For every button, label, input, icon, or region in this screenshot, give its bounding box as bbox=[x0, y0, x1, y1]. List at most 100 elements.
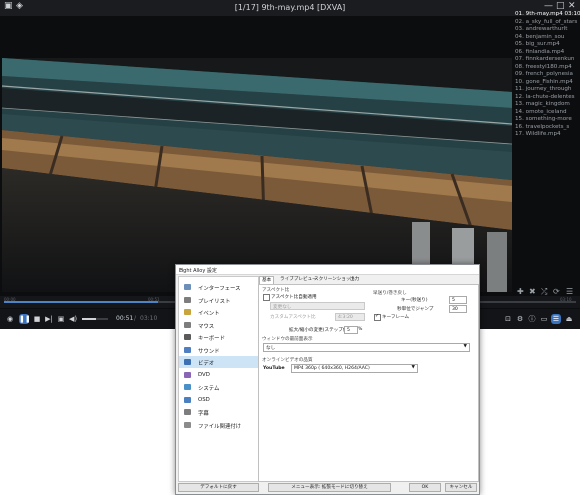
youtube-label: YouTube bbox=[263, 366, 285, 371]
dvd-icon bbox=[184, 371, 191, 378]
rewind-group-label: 早送り/巻き戻し bbox=[373, 291, 407, 296]
minimize-button[interactable]: — bbox=[544, 1, 553, 11]
jump-seconds-input[interactable]: 30 bbox=[449, 305, 467, 313]
dialog-title-bar: Light Alloy 設定 ✕ bbox=[176, 265, 479, 275]
stop-icon[interactable]: ■ bbox=[32, 314, 42, 324]
online-quality-label: オンラインビデオの品質 bbox=[262, 358, 313, 363]
playlist-item[interactable]: 01. 9th-may.mp4 03:10 bbox=[515, 11, 580, 17]
sidebar-item[interactable]: インターフェース bbox=[179, 281, 258, 293]
playlist-item[interactable]: 03. andrewarthurlt bbox=[515, 26, 580, 32]
playlist-item[interactable]: 13. magic_kingdom bbox=[515, 101, 580, 107]
youtube-quality-value: MP4 360p ( 640x360, H264/AAC) bbox=[294, 366, 370, 371]
defaults-button[interactable]: デフォルトに戻す bbox=[178, 483, 259, 492]
settings-icon[interactable]: ⚙ bbox=[515, 314, 525, 324]
youtube-quality-select[interactable]: MP4 360p ( 640x360, H264/AAC) ▼ bbox=[291, 364, 418, 373]
playlist-item[interactable]: 07. finnkardersenkun bbox=[515, 56, 580, 62]
playlist-item[interactable]: 02. a_sky_full_of_stars bbox=[515, 19, 580, 25]
fullscreen-icon[interactable]: ▣ bbox=[56, 314, 66, 324]
custom-aspect-value: 4:3:20 bbox=[338, 315, 353, 320]
tab-output[interactable]: 出力 bbox=[348, 276, 361, 284]
volume-slider[interactable] bbox=[82, 318, 108, 320]
scale-step-label: 拡大/縮小の変更(ステップ値) bbox=[289, 328, 350, 333]
menu-mode-button[interactable]: メニュー表示: 拡張モードに切り替え bbox=[268, 483, 391, 492]
playlist-item[interactable]: 08. freestyl180.mp4 bbox=[515, 64, 580, 70]
maximize-button[interactable]: □ bbox=[556, 1, 565, 11]
playlist-item[interactable]: 15. something-more bbox=[515, 116, 580, 122]
playlist-panel: 01. 9th-may.mp4 03:10 02. a_sky_full_of_s… bbox=[513, 11, 580, 291]
playlist-toggle-button[interactable]: ☰ bbox=[551, 314, 561, 324]
sidebar-item[interactable]: サウンド bbox=[179, 344, 258, 356]
sidebar-item[interactable]: ビデオ bbox=[179, 356, 258, 368]
chevron-down-icon: ▼ bbox=[411, 365, 415, 370]
sidebar-item[interactable]: 字幕 bbox=[179, 406, 258, 418]
subtitle-icon bbox=[184, 409, 191, 415]
aspect-auto-label: アスペクト比自動適用 bbox=[271, 295, 317, 300]
playlist-item[interactable]: 05. big_sur.mp4 bbox=[515, 41, 580, 47]
eject-icon[interactable]: ⏏ bbox=[564, 314, 574, 324]
sidebar-item[interactable]: プレイリスト bbox=[179, 294, 258, 306]
sidebar-item[interactable]: イベント bbox=[179, 306, 258, 318]
settings-sidebar: インターフェース プレイリストイベントマウスキーボードサウンドビデオ DVD システム… bbox=[178, 276, 259, 482]
video-icon bbox=[184, 359, 191, 365]
playlist-item[interactable]: 16. travelpockets_s bbox=[515, 124, 580, 130]
cancel-button[interactable]: キャンセル bbox=[445, 483, 477, 492]
playlist-item[interactable]: 11. journey_through bbox=[515, 86, 580, 92]
playlist-menu-icon[interactable]: ☰ bbox=[566, 287, 573, 296]
sidebar-item[interactable]: キーボード bbox=[179, 331, 258, 343]
playlist-item[interactable]: 17. Wildlife.mp4 bbox=[515, 131, 580, 137]
topmost-select-value: なし bbox=[266, 346, 276, 351]
aspect-group-label: アスペクト比 bbox=[262, 288, 290, 293]
playlist-remove-icon[interactable]: ✖ bbox=[529, 287, 536, 296]
sidebar-item-label: ビデオ bbox=[198, 361, 215, 367]
sidebar-item-label: OSD bbox=[198, 396, 210, 403]
playlist-item[interactable]: 09. french_polynesia bbox=[515, 71, 580, 77]
sidebar-item[interactable]: DVD bbox=[179, 369, 258, 381]
custom-aspect-input[interactable]: 4:3:20 bbox=[335, 313, 365, 321]
video-frame[interactable] bbox=[2, 52, 512, 292]
dialog-close-button[interactable]: ✕ bbox=[179, 267, 475, 273]
jump-seconds-label: 秒単位でジャンプ bbox=[397, 307, 434, 312]
sidebar-item-label: サウンド bbox=[198, 348, 220, 355]
pause-button[interactable]: ❚❚ bbox=[19, 314, 31, 324]
video-image bbox=[2, 52, 512, 292]
playlist-item[interactable]: 14. omote_iceland bbox=[515, 109, 580, 115]
playlist-item[interactable]: 10. gone_Fishin.mp4 bbox=[515, 79, 580, 85]
subtitle-icon[interactable]: ▭ bbox=[539, 314, 549, 324]
info-icon[interactable]: ⓘ bbox=[527, 314, 537, 324]
volume-level bbox=[82, 318, 97, 320]
sidebar-item-label: DVD bbox=[198, 371, 210, 378]
scale-step-value: 5 bbox=[347, 328, 350, 333]
close-button[interactable]: ✕ bbox=[568, 1, 576, 11]
keyframe-label: キーフレーム bbox=[382, 315, 410, 320]
playlist-item[interactable]: 06. finlandia.mp4 bbox=[515, 49, 580, 55]
screenshot-icon[interactable]: ⊡ bbox=[503, 314, 513, 324]
playlist-item[interactable]: 04. benjamin_sou bbox=[515, 34, 580, 40]
sidebar-item[interactable]: ファイル関連付け bbox=[179, 419, 258, 431]
playlist-add-icon[interactable]: ✚ bbox=[517, 287, 524, 296]
sound-icon bbox=[184, 346, 191, 353]
aspect-select[interactable]: 変更なし bbox=[270, 302, 365, 310]
sidebar-item[interactable]: マウス bbox=[179, 319, 258, 331]
topmost-select[interactable]: なし ▼ bbox=[263, 343, 470, 352]
timeline-progress bbox=[4, 301, 159, 303]
keyframe-checkbox[interactable] bbox=[374, 313, 381, 321]
playlist-repeat-icon[interactable]: ⟳ bbox=[553, 287, 560, 296]
sidebar-item-label: イベント bbox=[198, 311, 220, 317]
sidebar-item-label: ファイル関連付け bbox=[198, 423, 242, 430]
next-icon[interactable]: ▶| bbox=[44, 314, 54, 324]
sidebar-item-label: キーボード bbox=[198, 336, 225, 342]
menu-icon[interactable]: ◉ bbox=[5, 314, 15, 324]
settings-panel: アスペクト比 アスペクト比自動適用 変更なし カスタムアスペクト比 4:3:20… bbox=[258, 284, 479, 482]
sidebar-item-label: 字幕 bbox=[198, 411, 209, 417]
key-seconds-input[interactable]: 5 bbox=[449, 296, 467, 304]
title-bar: ▣ ◈ [1/17] 9th-may.mp4 [DXVA] — □ ✕ bbox=[0, 0, 580, 16]
key-seconds-label: キー(秒送り) bbox=[401, 298, 428, 303]
sidebar-item[interactable]: システム bbox=[179, 381, 258, 393]
ok-button[interactable]: OK bbox=[409, 483, 441, 492]
scale-unit: % bbox=[358, 327, 363, 332]
scale-step-input[interactable]: 5 bbox=[344, 326, 358, 334]
playlist-item[interactable]: 12. la-chute-delentes bbox=[515, 94, 580, 100]
aspect-auto-checkbox[interactable] bbox=[263, 294, 270, 301]
volume-icon[interactable]: ◀) bbox=[68, 314, 78, 324]
sidebar-item[interactable]: OSD bbox=[179, 394, 258, 406]
